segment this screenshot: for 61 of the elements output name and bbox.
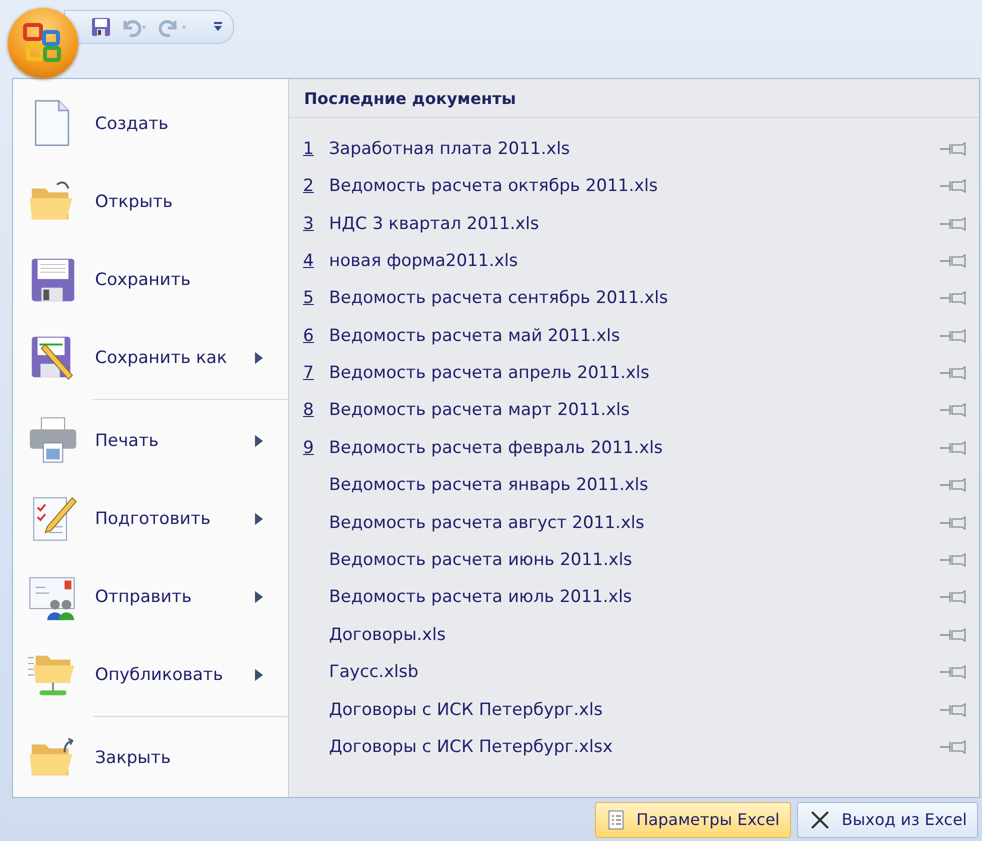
save-button[interactable] bbox=[91, 17, 111, 37]
pin-icon[interactable] bbox=[939, 366, 967, 380]
pin-icon[interactable] bbox=[939, 328, 967, 343]
pin-icon[interactable] bbox=[939, 516, 967, 530]
recent-document-link[interactable]: Договоры.xls bbox=[329, 624, 939, 645]
recent-document-link[interactable]: Ведомость расчета август 2011.xls bbox=[329, 512, 939, 533]
pin-icon[interactable] bbox=[939, 553, 967, 568]
recent-document-link[interactable]: Договоры с ИСК Петербург.xls bbox=[329, 700, 939, 720]
pin-icon[interactable] bbox=[939, 216, 967, 231]
pin-icon[interactable] bbox=[939, 740, 967, 754]
shortcut-number: 1 bbox=[303, 138, 315, 159]
recent-document-link[interactable]: Ведомость расчета июль 2011.xls bbox=[329, 587, 939, 608]
pin-icon[interactable] bbox=[939, 291, 967, 306]
recent-document-link[interactable]: Ведомость расчета февраль 2011.xls bbox=[329, 438, 939, 458]
recent-document-link[interactable]: Заработная плата 2011.xls bbox=[329, 138, 939, 159]
menu-item[interactable]: Создать bbox=[13, 85, 288, 164]
exit-button[interactable]: Выход из Excel bbox=[796, 802, 978, 838]
options-button[interactable]: Параметры Excel bbox=[595, 802, 791, 838]
recent-document-link[interactable]: НДС 3 квартал 2011.xls bbox=[329, 214, 939, 234]
menu-item[interactable]: Закрыть bbox=[13, 719, 288, 798]
recent-document-link[interactable]: Ведомость расчета сентябрь 2011.xls bbox=[329, 288, 939, 308]
recent-document-link[interactable]: Гаусс.xlsb bbox=[329, 662, 939, 682]
pin-icon[interactable] bbox=[939, 590, 967, 604]
recent-document-link[interactable]: Договоры с ИСК Петербург.xlsx bbox=[329, 737, 939, 757]
pin-icon[interactable] bbox=[939, 142, 967, 156]
shortcut-number: 3 bbox=[303, 214, 315, 234]
recent-documents-heading: Последние документы bbox=[304, 88, 516, 108]
recent-document-link[interactable]: Ведомость расчета март 2011.xls bbox=[329, 400, 939, 420]
customize-toolbar-icon[interactable] bbox=[213, 21, 223, 33]
shortcut-number: 2 bbox=[303, 176, 315, 196]
pin-icon[interactable] bbox=[939, 665, 967, 680]
menu-item[interactable]: Сохранить bbox=[13, 241, 288, 320]
pin-icon[interactable] bbox=[939, 440, 967, 455]
shortcut-number: 8 bbox=[303, 400, 315, 420]
shortcut-number: 5 bbox=[303, 288, 315, 308]
recent-document-link[interactable]: Ведомость расчета май 2011.xls bbox=[329, 326, 939, 346]
office-logo-icon bbox=[22, 22, 64, 64]
menu-item[interactable]: Открыть bbox=[13, 163, 288, 242]
shortcut-number: 7 bbox=[303, 363, 315, 384]
menu-item[interactable]: Сохранить как bbox=[13, 319, 288, 398]
shortcut-number: 6 bbox=[303, 326, 315, 346]
recent-document-link[interactable]: новая форма2011.xls bbox=[329, 250, 939, 271]
close-icon bbox=[810, 810, 830, 830]
menu-item[interactable]: Печать bbox=[13, 402, 288, 480]
shortcut-number: 4 bbox=[303, 250, 315, 271]
recent-document-link[interactable]: Ведомость расчета июнь 2011.xls bbox=[329, 550, 939, 570]
pin-icon[interactable] bbox=[939, 254, 967, 268]
pin-icon[interactable] bbox=[939, 179, 967, 194]
menu-item[interactable]: Отправить bbox=[13, 558, 288, 636]
recent-document-link[interactable]: Ведомость расчета октябрь 2011.xls bbox=[329, 176, 939, 196]
menu-item[interactable]: Подготовить bbox=[13, 480, 288, 558]
shortcut-number: 9 bbox=[303, 438, 315, 458]
pin-icon[interactable] bbox=[939, 628, 967, 642]
pin-icon[interactable] bbox=[939, 478, 967, 492]
menu-item[interactable]: Опубликовать bbox=[13, 636, 288, 714]
office-button[interactable] bbox=[8, 8, 78, 78]
recent-document-link[interactable]: Ведомость расчета январь 2011.xls bbox=[329, 475, 939, 496]
pin-icon[interactable] bbox=[939, 403, 967, 418]
pin-icon[interactable] bbox=[939, 702, 967, 717]
recent-document-link[interactable]: Ведомость расчета апрель 2011.xls bbox=[329, 363, 939, 384]
document-settings-icon bbox=[608, 810, 624, 830]
